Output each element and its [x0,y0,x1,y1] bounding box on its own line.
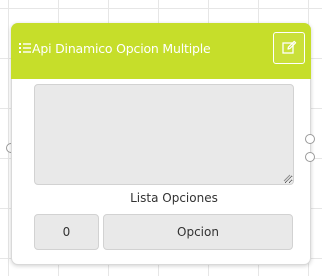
output-port-2[interactable] [305,152,315,162]
list-icon [19,43,31,53]
edit-button[interactable] [273,32,305,64]
edit-icon [282,40,297,54]
resize-handle-icon[interactable] [283,174,291,182]
options-textarea[interactable] [34,84,294,185]
api-dynamic-multiple-choice-node[interactable]: Api Dinamico Opcion Multiple Lista Opcio… [11,23,311,265]
output-port-1[interactable] [305,134,315,144]
option-field[interactable]: Opcion [103,214,293,250]
node-header[interactable]: Api Dinamico Opcion Multiple [11,23,311,79]
node-title: Api Dinamico Opcion Multiple [32,41,211,56]
option-index-field[interactable]: 0 [34,214,99,250]
list-options-label: Lista Opciones [130,191,218,205]
flow-canvas[interactable]: Api Dinamico Opcion Multiple Lista Opcio… [0,0,322,276]
